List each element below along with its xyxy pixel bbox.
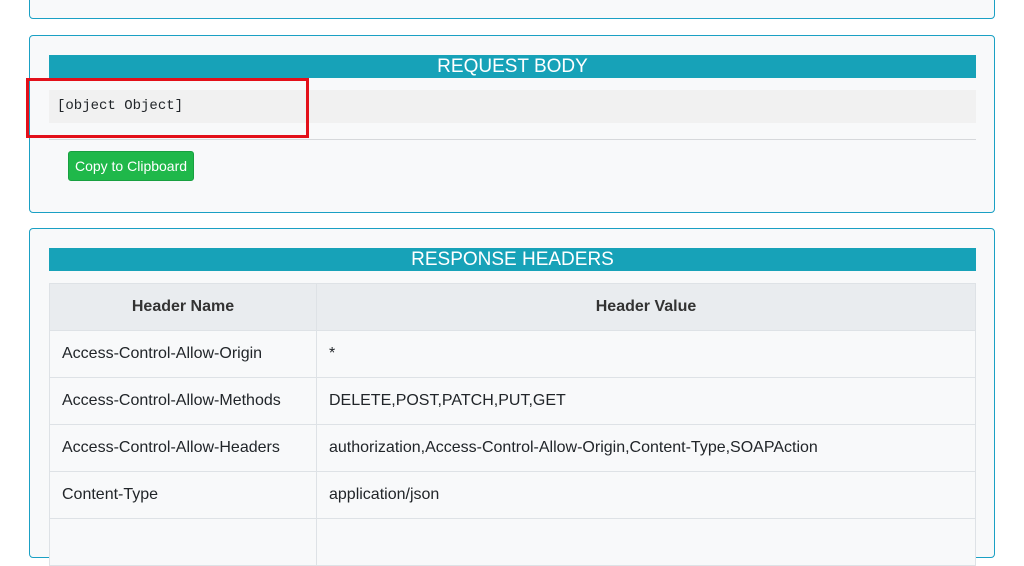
header-value-cell xyxy=(316,518,976,566)
previous-panel xyxy=(29,0,995,19)
column-header-name: Header Name xyxy=(49,283,317,331)
header-name-cell: Content-Type xyxy=(49,471,317,519)
table-header-row: Header Name Header Value xyxy=(49,283,976,331)
divider xyxy=(49,139,976,140)
copy-to-clipboard-button[interactable]: Copy to Clipboard xyxy=(68,151,194,181)
table-row: Access-Control-Allow-Methods DELETE,POST… xyxy=(49,377,976,425)
table-row xyxy=(49,518,976,566)
header-name-cell: Access-Control-Allow-Methods xyxy=(49,377,317,425)
header-value-cell: DELETE,POST,PATCH,PUT,GET xyxy=(316,377,976,425)
header-name-cell: Access-Control-Allow-Origin xyxy=(49,330,317,378)
request-body-content: [object Object] xyxy=(49,90,976,123)
table-row: Content-Type application/json xyxy=(49,471,976,519)
header-value-cell: * xyxy=(316,330,976,378)
response-headers-title: RESPONSE HEADERS xyxy=(49,248,976,271)
table-row: Access-Control-Allow-Origin * xyxy=(49,330,976,378)
header-name-cell xyxy=(49,518,317,566)
request-body-title: REQUEST BODY xyxy=(49,55,976,78)
column-header-value: Header Value xyxy=(316,283,976,331)
response-headers-panel: RESPONSE HEADERS Header Name Header Valu… xyxy=(29,228,995,566)
header-value-cell: application/json xyxy=(316,471,976,519)
request-body-panel: REQUEST BODY [object Object] Copy to Cli… xyxy=(26,35,995,213)
header-value-cell: authorization,Access-Control-Allow-Origi… xyxy=(316,424,976,472)
table-row: Access-Control-Allow-Headers authorizati… xyxy=(49,424,976,472)
header-name-cell: Access-Control-Allow-Headers xyxy=(49,424,317,472)
response-headers-table: Header Name Header Value Access-Control-… xyxy=(49,283,976,566)
